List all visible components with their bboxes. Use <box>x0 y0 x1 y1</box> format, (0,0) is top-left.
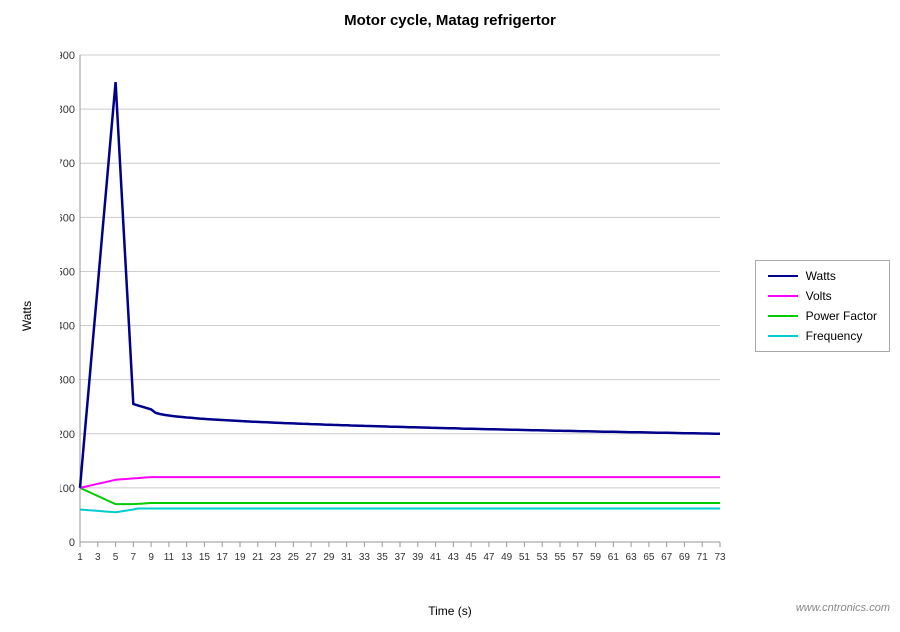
svg-text:65: 65 <box>643 552 655 563</box>
svg-text:15: 15 <box>199 552 211 563</box>
svg-text:100: 100 <box>60 483 75 495</box>
svg-text:53: 53 <box>537 552 549 563</box>
legend: Watts Volts Power Factor Frequency <box>755 260 890 352</box>
legend-item: Watts <box>768 269 877 283</box>
svg-text:9: 9 <box>148 552 154 563</box>
svg-text:43: 43 <box>448 552 460 563</box>
svg-text:700: 700 <box>60 158 75 170</box>
svg-text:45: 45 <box>466 552 478 563</box>
svg-text:61: 61 <box>608 552 620 563</box>
svg-text:39: 39 <box>412 552 424 563</box>
svg-text:29: 29 <box>323 552 335 563</box>
svg-text:11: 11 <box>164 552 175 563</box>
svg-text:17: 17 <box>217 552 229 563</box>
svg-text:1: 1 <box>77 552 83 563</box>
x-axis-label: Time (s) <box>428 604 472 618</box>
svg-text:63: 63 <box>626 552 638 563</box>
svg-text:7: 7 <box>131 552 137 563</box>
svg-text:3: 3 <box>95 552 101 563</box>
chart-title: Motor cycle, Matag refrigertor <box>0 0 900 29</box>
svg-text:35: 35 <box>377 552 389 563</box>
svg-text:37: 37 <box>394 552 406 563</box>
svg-text:19: 19 <box>234 552 246 563</box>
svg-text:23: 23 <box>270 552 282 563</box>
svg-text:200: 200 <box>60 429 75 441</box>
svg-text:49: 49 <box>501 552 513 563</box>
svg-text:900: 900 <box>60 50 75 62</box>
svg-text:51: 51 <box>519 552 531 563</box>
watermark: www.cntronics.com <box>796 602 890 614</box>
main-chart: 0100200300400500600700800900135791113151… <box>60 35 740 572</box>
legend-item: Volts <box>768 289 877 303</box>
svg-text:31: 31 <box>341 552 353 563</box>
svg-text:300: 300 <box>60 375 75 387</box>
legend-item: Power Factor <box>768 309 877 323</box>
svg-text:25: 25 <box>288 552 300 563</box>
svg-text:41: 41 <box>430 552 442 563</box>
svg-text:59: 59 <box>590 552 602 563</box>
svg-text:57: 57 <box>572 552 584 563</box>
svg-text:21: 21 <box>252 552 264 563</box>
svg-text:400: 400 <box>60 321 75 333</box>
svg-text:67: 67 <box>661 552 673 563</box>
svg-text:47: 47 <box>483 552 495 563</box>
chart-container: Motor cycle, Matag refrigertor Watts Tim… <box>0 0 900 632</box>
svg-text:13: 13 <box>181 552 193 563</box>
y-axis-label: Watts <box>20 301 34 331</box>
svg-text:55: 55 <box>554 552 566 563</box>
svg-text:73: 73 <box>714 552 726 563</box>
svg-text:0: 0 <box>69 537 75 549</box>
svg-text:800: 800 <box>60 104 75 116</box>
svg-text:33: 33 <box>359 552 371 563</box>
svg-text:71: 71 <box>697 552 709 563</box>
legend-item: Frequency <box>768 329 877 343</box>
svg-text:69: 69 <box>679 552 691 563</box>
svg-text:500: 500 <box>60 266 75 278</box>
svg-text:5: 5 <box>113 552 119 563</box>
svg-text:27: 27 <box>306 552 318 563</box>
svg-text:600: 600 <box>60 212 75 224</box>
